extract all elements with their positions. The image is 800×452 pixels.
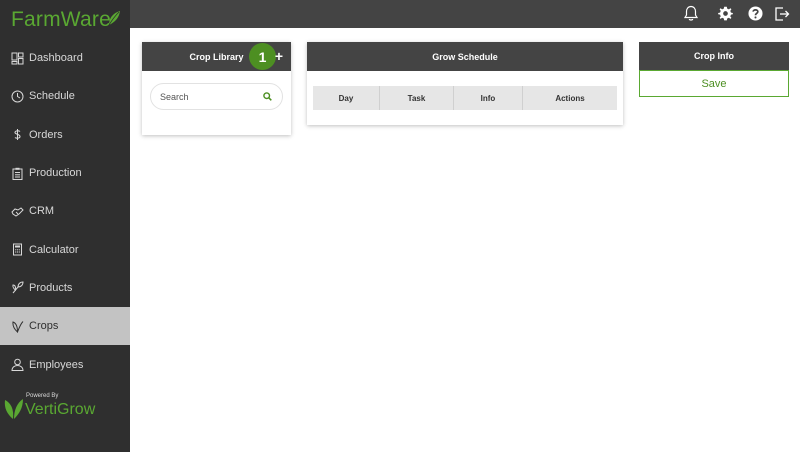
dashboard-icon	[11, 52, 24, 65]
sidebar-item-products[interactable]: Products	[0, 269, 130, 307]
sidebar-nav: Dashboard Schedule Orders Production CRM…	[0, 39, 130, 384]
sidebar-item-label: Crops	[29, 320, 59, 333]
bell-icon[interactable]	[682, 5, 699, 22]
logo-leaf-icon	[108, 11, 120, 26]
handshake-icon	[11, 205, 24, 218]
sidebar-item-label: Schedule	[29, 90, 75, 103]
sidebar-item-label: Production	[29, 167, 82, 180]
crop-library-panel: Crop Library 1 +	[142, 42, 291, 135]
dollar-icon	[11, 128, 24, 141]
search-icon[interactable]	[263, 92, 272, 101]
sidebar-item-crm[interactable]: CRM	[0, 192, 130, 230]
top-bar	[130, 0, 800, 28]
sidebar-item-label: Employees	[29, 358, 84, 371]
sidebar-item-label: CRM	[29, 205, 55, 218]
farmware-logo[interactable]: FarmWare	[11, 8, 121, 36]
logout-icon[interactable]	[773, 5, 790, 22]
sidebar-item-employees[interactable]: Employees	[0, 345, 130, 383]
logo-text: FarmWare	[11, 8, 111, 31]
clipboard-icon	[11, 167, 24, 180]
crop-search-input[interactable]	[160, 91, 260, 102]
column-header-actions[interactable]: Actions	[523, 86, 617, 110]
grow-schedule-panel: Grow Schedule Day Task Info Actions	[307, 42, 623, 125]
schedule-table-header: Day Task Info Actions	[313, 86, 617, 110]
column-header-info[interactable]: Info	[454, 86, 523, 110]
sidebar-item-label: Orders	[29, 128, 63, 141]
sidebar-item-production[interactable]: Production	[0, 154, 130, 192]
sidebar-item-dashboard[interactable]: Dashboard	[0, 39, 130, 77]
leaf-icon	[11, 320, 24, 333]
save-button[interactable]: Save	[639, 70, 789, 97]
help-icon[interactable]	[747, 5, 764, 22]
gear-icon[interactable]	[717, 5, 734, 22]
crop-info-panel: Crop Info Save	[639, 42, 789, 97]
step-badge: 1	[249, 43, 276, 70]
grow-schedule-title: Grow Schedule	[432, 51, 498, 62]
crop-info-header: Crop Info	[639, 42, 789, 70]
sidebar-item-crops[interactable]: Crops	[0, 307, 130, 346]
add-crop-button[interactable]: +	[275, 48, 283, 64]
sidebar-item-orders[interactable]: Orders	[0, 116, 130, 154]
clock-icon	[11, 90, 24, 103]
calculator-icon	[11, 243, 24, 256]
sprout-icon	[11, 281, 24, 294]
app-root: FarmWare Dashboard Schedule Orders Produ…	[0, 0, 800, 452]
grow-schedule-header: Grow Schedule	[307, 42, 623, 71]
column-header-day[interactable]: Day	[313, 86, 380, 110]
crop-library-header: Crop Library 1 +	[142, 42, 291, 71]
vertigrow-leaf-icon	[4, 399, 23, 419]
person-icon	[11, 358, 24, 372]
sidebar-item-schedule[interactable]: Schedule	[0, 77, 130, 115]
crop-search-box	[150, 83, 283, 110]
sidebar: FarmWare Dashboard Schedule Orders Produ…	[0, 0, 130, 452]
crop-library-title: Crop Library	[189, 51, 244, 62]
powered-by-text: Powered By	[26, 393, 59, 399]
sidebar-item-label: Products	[29, 281, 73, 294]
sidebar-item-label: Calculator	[29, 243, 79, 256]
powered-by-logo[interactable]: Powered By VertiGrow	[4, 392, 124, 422]
column-header-task[interactable]: Task	[380, 86, 454, 110]
sidebar-item-calculator[interactable]: Calculator	[0, 230, 130, 268]
crop-info-title: Crop Info	[694, 51, 734, 61]
powered-brand-text: VertiGrow	[25, 401, 96, 418]
sidebar-item-label: Dashboard	[29, 52, 83, 65]
